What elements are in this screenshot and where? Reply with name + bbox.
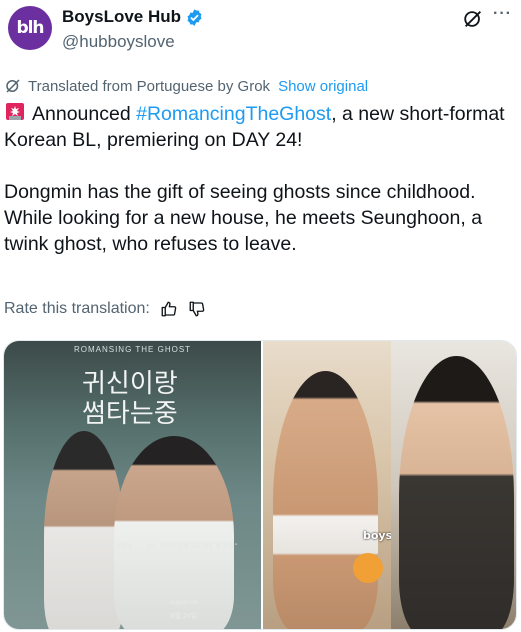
thumbs-down-icon[interactable]	[188, 300, 206, 318]
tweet-paragraph-1: Announced #RomancingTheGhost, a new shor…	[4, 101, 516, 153]
poster-figure-back	[44, 431, 124, 629]
name-row: BoysLove Hub	[62, 7, 204, 27]
tweet-text: Announced #RomancingTheGhost, a new shor…	[4, 101, 516, 257]
tweet-header: blh BoysLove Hub @hubboyslove ···	[0, 0, 521, 70]
photo-figure-left	[273, 371, 378, 629]
photo-left: boyslove	[263, 341, 391, 629]
poster-caption: " 달도 어둡기 이미 다 되었네... " " 살도 오르지 않게 해서 마주…	[60, 544, 238, 550]
more-icon[interactable]: ···	[493, 5, 512, 23]
poster-top-text: ROMANSING THE GHOST	[73, 345, 192, 354]
media-grid[interactable]: ROMANSING THE GHOST 귀신이랑 썸타는중 " 달도 어둡기 이…	[3, 340, 517, 630]
poster-image[interactable]: ROMANSING THE GHOST 귀신이랑 썸타는중 " 달도 어둡기 이…	[4, 341, 261, 629]
hashtag-link[interactable]: #RomancingTheGhost	[136, 103, 331, 125]
tweet-text-prefix: Announced	[32, 103, 137, 125]
orange-fruit	[353, 553, 383, 583]
photo-right	[391, 341, 516, 629]
poster-date-korean: 8월 24일	[170, 613, 198, 620]
rate-translation-label: Rate this translation:	[4, 300, 150, 317]
translation-notice-text: Translated from Portuguese by Grok	[28, 77, 271, 95]
poster-title: 귀신이랑 썸타는중	[82, 369, 178, 429]
avatar-logo-text: blh	[16, 18, 44, 38]
grok-icon[interactable]	[462, 8, 484, 30]
photo-collage[interactable]: boyslove	[263, 341, 516, 629]
display-name[interactable]: BoysLove Hub	[62, 7, 181, 27]
tweet-paragraph-2: Dongmin has the gift of seeing ghosts si…	[4, 181, 483, 255]
thumbs-up-icon[interactable]	[160, 300, 178, 318]
siren-emoji-icon	[6, 103, 24, 120]
translation-notice: Translated from Portuguese by Grok Show …	[4, 77, 368, 95]
rate-translation-row: Rate this translation:	[4, 300, 206, 318]
avatar[interactable]: blh	[8, 6, 52, 50]
poster-title-line-2: 썸타는중	[82, 399, 178, 429]
verified-badge-icon	[187, 8, 202, 26]
watermark: boyslove	[363, 529, 391, 542]
handle[interactable]: @hubboyslove	[62, 32, 175, 52]
poster-date: August 5th	[169, 600, 199, 606]
poster-title-line-1: 귀신이랑	[82, 369, 178, 399]
grok-icon	[6, 79, 20, 93]
photo-figure-right	[399, 356, 514, 629]
show-original-link[interactable]: Show original	[278, 78, 368, 95]
